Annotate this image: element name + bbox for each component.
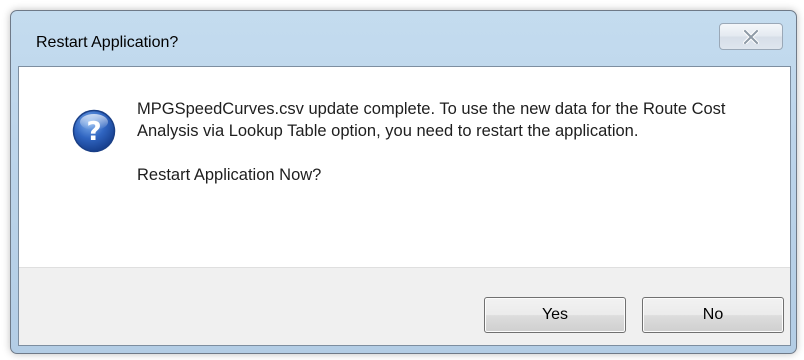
yes-button[interactable]: Yes — [484, 297, 626, 333]
dialog-window: Restart Application? ? MPGSpeedCurves.cs… — [10, 10, 797, 354]
close-button[interactable] — [719, 23, 783, 50]
question-icon: ? — [72, 109, 116, 153]
button-bar: Yes No — [19, 267, 790, 345]
svg-text:?: ? — [86, 117, 101, 147]
message-text: MPGSpeedCurves.csv update complete. To u… — [137, 98, 767, 186]
dialog-client-area: ? MPGSpeedCurves.csv update complete. To… — [18, 66, 791, 346]
title-bar[interactable]: Restart Application? — [11, 11, 796, 63]
message-area: ? MPGSpeedCurves.csv update complete. To… — [19, 67, 790, 267]
no-button[interactable]: No — [642, 297, 784, 333]
dialog-title: Restart Application? — [36, 34, 179, 51]
message-prompt: Restart Application Now? — [137, 166, 322, 184]
close-x-icon — [743, 29, 759, 44]
message-body: MPGSpeedCurves.csv update complete. To u… — [137, 100, 726, 140]
